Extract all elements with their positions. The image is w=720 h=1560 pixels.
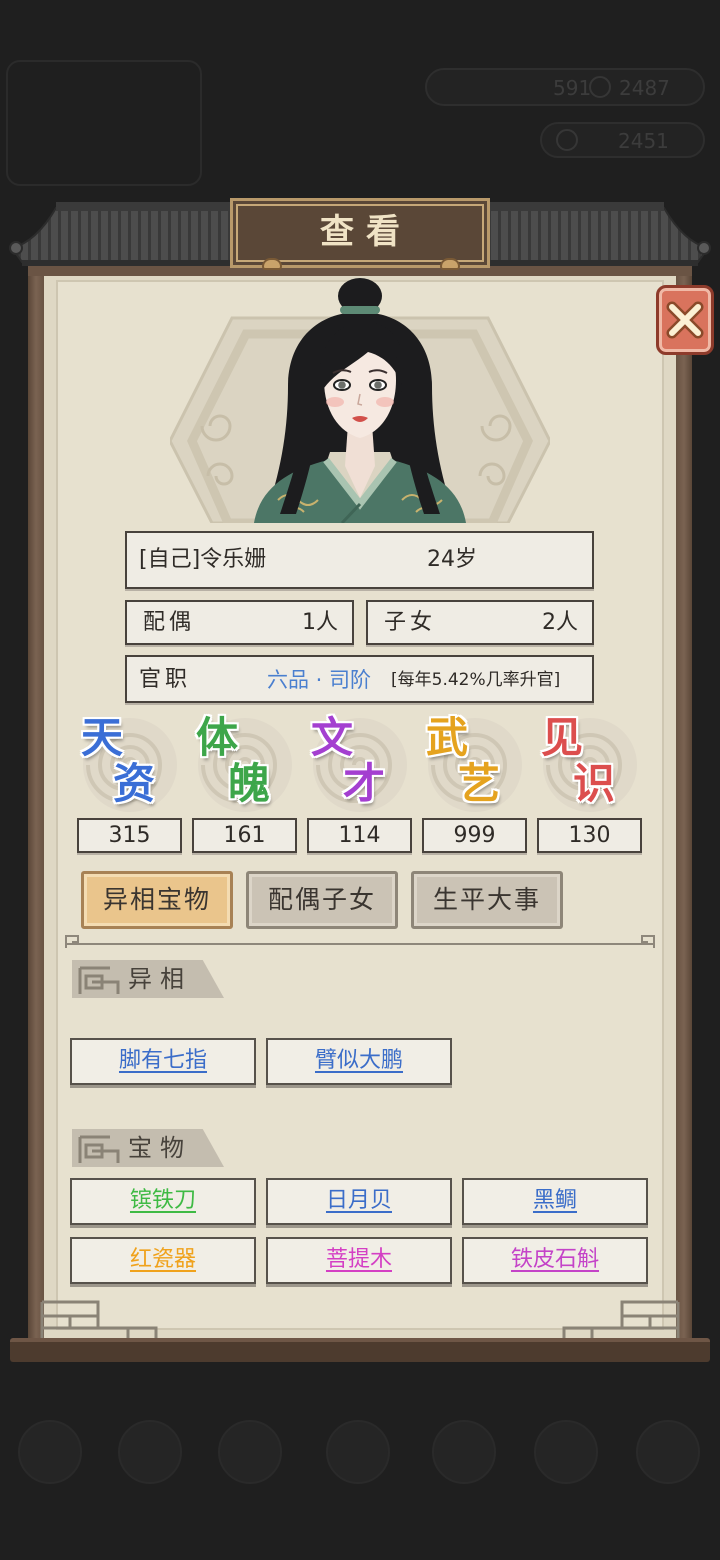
stat-name-char: 武 [426, 713, 469, 762]
treasure-item[interactable]: 菩提木 [266, 1237, 452, 1284]
treasures-section-title: 宝物 [128, 1134, 192, 1162]
treasure-item[interactable]: 镔铁刀 [70, 1178, 256, 1225]
character-name: [自己]令乐姗 [139, 547, 267, 572]
lattice-ornament-left [40, 1300, 158, 1338]
stat-value-knowledge: 130 [537, 818, 642, 853]
background-nav-icon [218, 1420, 282, 1484]
currency-c-value: 2451 [618, 129, 669, 153]
stat-name-char: 魄 [228, 759, 271, 808]
background-currency-bar: 591 2487 [425, 68, 705, 106]
stat-name-char: 资 [113, 759, 156, 808]
children-count: 2人 [542, 610, 578, 635]
traits-section-header: 异相 [72, 960, 224, 998]
background-top-left-panel [6, 60, 202, 186]
trait-item[interactable]: 脚有七指 [70, 1038, 256, 1085]
stat-knowledge: 见 识 [535, 713, 645, 817]
section-divider [65, 935, 655, 948]
treasures-section-header: 宝物 [72, 1129, 224, 1167]
background-nav-icon [636, 1420, 700, 1484]
office-promotion-chance: [每年5.42%几率升官] [391, 670, 561, 690]
office-rank: 六品 · 司阶 [267, 668, 372, 692]
close-button[interactable] [656, 285, 714, 355]
stat-literary: 文 才 [305, 713, 415, 817]
trait-item[interactable]: 臂似大鹏 [266, 1038, 452, 1085]
name-age-box: [自己]令乐姗 24岁 [125, 531, 594, 589]
spouse-box: 配偶 1人 [125, 600, 354, 645]
stat-name-char: 识 [573, 759, 616, 808]
stat-talent: 天 资 [75, 713, 185, 817]
plaque-knob [262, 258, 282, 270]
currency-a-value: 591 [553, 76, 592, 100]
office-label: 官职 [139, 667, 192, 692]
close-icon [666, 301, 704, 339]
stat-name-char: 文 [311, 713, 354, 762]
stat-martial: 武 艺 [420, 713, 530, 817]
panel-base [10, 1338, 710, 1362]
stat-value-talent: 315 [77, 818, 182, 853]
background-nav-icon [534, 1420, 598, 1484]
treasure-item[interactable]: 红瓷器 [70, 1237, 256, 1284]
background-nav-icon [432, 1420, 496, 1484]
character-age: 24岁 [427, 547, 477, 572]
lattice-ornament-icon [78, 1135, 120, 1163]
character-portrait [170, 278, 550, 523]
stat-name-char: 见 [541, 713, 584, 762]
stat-physique: 体 魄 [190, 713, 300, 817]
office-box: 官职 六品 · 司阶 [每年5.42%几率升官] [125, 655, 594, 703]
coin-icon [589, 76, 611, 98]
tab-traits-treasures[interactable]: 异相宝物 [81, 871, 233, 929]
stat-value-literary: 114 [307, 818, 412, 853]
tab-spouse-children[interactable]: 配偶子女 [246, 871, 398, 929]
tab-life-events[interactable]: 生平大事 [411, 871, 563, 929]
background-nav-icon [18, 1420, 82, 1484]
stat-name-char: 才 [343, 759, 386, 808]
lattice-ornament-right [562, 1300, 680, 1338]
resource-icon [556, 129, 578, 151]
children-label: 子女 [384, 610, 437, 635]
background-resource-bar: 2451 [540, 122, 705, 158]
spouse-count: 1人 [302, 610, 338, 635]
stat-name-char: 体 [196, 713, 239, 762]
spouse-label: 配偶 [143, 610, 196, 635]
dialog-title: 查看 [320, 212, 412, 252]
lattice-ornament-icon [78, 966, 120, 994]
treasure-item[interactable]: 日月贝 [266, 1178, 452, 1225]
stat-value-martial: 999 [422, 818, 527, 853]
background-nav-icon [118, 1420, 182, 1484]
plaque-knob [440, 258, 460, 270]
stat-name-char: 天 [81, 713, 124, 762]
background-nav-icon [326, 1420, 390, 1484]
treasure-item[interactable]: 黑鲷 [462, 1178, 648, 1225]
traits-section-title: 异相 [128, 965, 192, 993]
currency-b-value: 2487 [619, 76, 670, 100]
children-box: 子女 2人 [366, 600, 594, 645]
stat-name-char: 艺 [458, 759, 501, 808]
treasure-item[interactable]: 铁皮石斛 [462, 1237, 648, 1284]
stat-value-physique: 161 [192, 818, 297, 853]
